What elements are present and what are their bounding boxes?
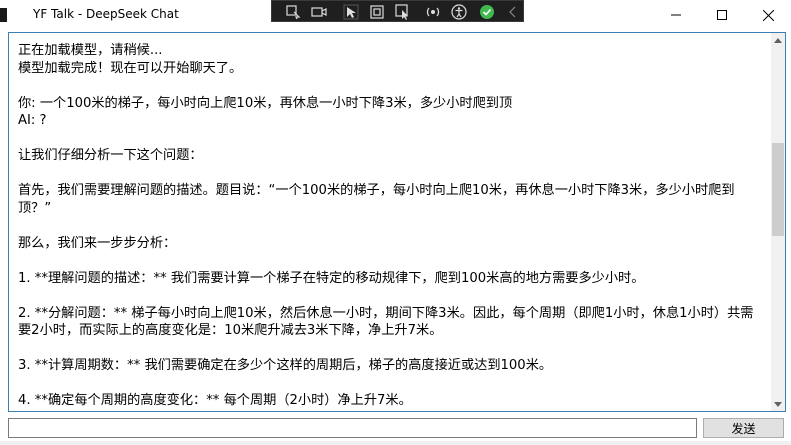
- check-circle-icon[interactable]: [478, 3, 496, 21]
- frame-icon[interactable]: [368, 3, 386, 21]
- chat-line: [18, 130, 766, 148]
- chat-line: 正在加载模型，请稍候...: [18, 43, 163, 58]
- pointer-icon[interactable]: [342, 3, 360, 21]
- chat-output[interactable]: 正在加载模型，请稍候... 模型加载完成！现在可以开始聊天了。 你: 一个100…: [8, 32, 786, 412]
- chat-line: 4. **确定每个周期的高度变化：** 每个周期（2小时）净上升7米。: [18, 393, 412, 408]
- chat-line: 那么，我们来一步步分析：: [18, 235, 177, 251]
- close-button[interactable]: [745, 0, 791, 30]
- record-icon[interactable]: [310, 3, 328, 21]
- maximize-icon: [717, 10, 727, 20]
- pointer-frame-icon[interactable]: [394, 3, 412, 21]
- chevron-down-icon: [774, 401, 782, 407]
- select-element-icon[interactable]: [284, 3, 302, 21]
- scroll-up-button[interactable]: [771, 33, 785, 47]
- radio-icon[interactable]: [424, 3, 442, 21]
- accessibility-icon[interactable]: [450, 3, 468, 21]
- chat-line: 1. **理解问题的描述：** 我们需要计算一个梯子在特定的移动规律下，爬到10…: [18, 270, 645, 286]
- chat-log: 正在加载模型，请稍候... 模型加载完成！现在可以开始聊天了。 你: 一个100…: [18, 42, 766, 410]
- chat-line: [18, 252, 766, 270]
- maximize-button[interactable]: [699, 0, 745, 30]
- overlay-toolbar: [271, 0, 524, 22]
- scroll-thumb[interactable]: [772, 143, 784, 236]
- minimize-button[interactable]: [653, 0, 699, 30]
- chat-line: [18, 340, 766, 358]
- window-bottom-edge: [0, 441, 791, 445]
- chat-text-area[interactable]: 正在加载模型，请稍候... 模型加载完成！现在可以开始聊天了。 你: 一个100…: [9, 33, 771, 411]
- chat-line: 模型加载完成！现在可以开始聊天了。: [18, 60, 243, 76]
- chat-line: 你: 一个100米的梯子，每小时向上爬10米，再休息一小时下降3米，多少小时爬到…: [18, 95, 513, 111]
- chevron-up-icon: [774, 37, 782, 43]
- vertical-scrollbar[interactable]: [771, 33, 785, 411]
- send-button[interactable]: 发送: [703, 418, 784, 438]
- chat-line: [18, 217, 766, 235]
- window-title: YF Talk - DeepSeek Chat: [33, 7, 179, 21]
- chat-line: [18, 165, 766, 183]
- close-icon: [762, 9, 774, 21]
- app-icon: [0, 8, 7, 22]
- chat-line: 3. **计算周期数：** 我们需要确定在多少个这样的周期后，梯子的高度接近或达…: [18, 358, 553, 373]
- message-input[interactable]: [8, 418, 697, 438]
- chat-line: AI: ?: [18, 113, 47, 128]
- minimize-icon: [671, 14, 681, 16]
- chat-line: 2. **分解问题：** 梯子每小时向上爬10米，然后休息一小时，期间下降3米。…: [18, 305, 754, 339]
- chat-line: 首先，我们需要理解问题的描述。题目说：“一个100米的梯子，每小时向上爬10米，…: [18, 183, 735, 216]
- chat-line: 让我们仔细分析一下这个问题：: [18, 148, 203, 163]
- chat-line: [18, 375, 766, 393]
- chat-line: [18, 77, 766, 95]
- chevron-left-icon[interactable]: [504, 3, 522, 21]
- chat-line: [18, 287, 766, 305]
- scroll-down-button[interactable]: [771, 397, 785, 411]
